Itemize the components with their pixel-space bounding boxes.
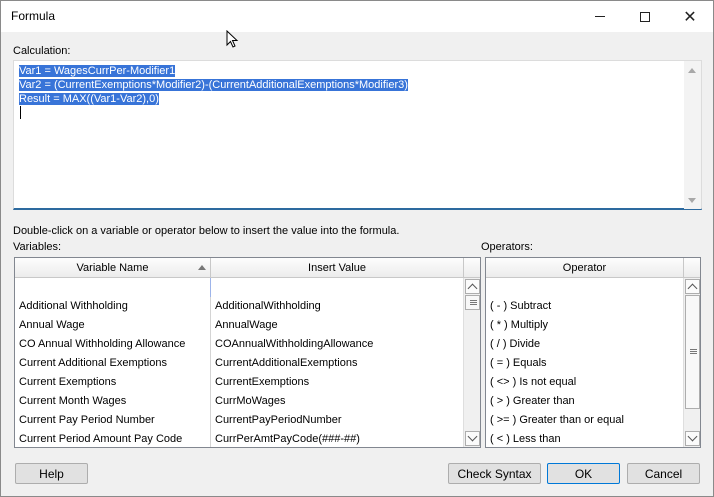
scroll-up-button[interactable]	[465, 279, 480, 294]
scroll-down-icon[interactable]	[688, 198, 696, 203]
operator-cell: ( = ) Equals	[490, 357, 547, 369]
operator-cell: ( + ) Add	[490, 281, 532, 293]
variable-name-cell: CO Annual Withholding Allowance	[15, 335, 211, 354]
grip-icon	[690, 349, 697, 350]
cancel-button[interactable]: Cancel	[627, 463, 700, 484]
grip-icon	[470, 304, 477, 305]
grip-icon	[470, 300, 477, 301]
variable-name-cell: Annual Wage	[15, 316, 211, 335]
insert-value-cell: CurrentAdditionalExemptions	[211, 354, 464, 373]
formula-dialog: Formula ✕ Calculation: Var1 = WagesCurrP…	[0, 0, 714, 497]
chevron-down-icon	[687, 431, 698, 442]
insert-value-cell: AdditionalExemptions(###-##)	[211, 278, 464, 297]
variables-scrollbar[interactable]	[463, 278, 480, 447]
calculation-scrollbar[interactable]	[684, 61, 701, 209]
ok-button[interactable]: OK	[547, 463, 620, 484]
sort-ascending-icon	[198, 265, 206, 270]
title-bar[interactable]: Formula ✕	[1, 1, 713, 32]
calculation-textarea[interactable]: Var1 = WagesCurrPer-Modifier1 Var2 = (Cu…	[13, 60, 702, 210]
grip-icon	[690, 351, 697, 352]
insert-value-cell: AdditionalWithholding	[211, 297, 464, 316]
insert-value-column-header[interactable]: Insert Value	[211, 258, 464, 278]
operator-column-header[interactable]: Operator	[486, 258, 684, 278]
chevron-up-icon	[467, 283, 478, 294]
grip-icon	[690, 353, 697, 354]
minimize-button[interactable]	[577, 1, 623, 32]
scroll-down-button[interactable]	[465, 431, 480, 446]
variable-name-cell: Current Month Wages	[15, 392, 211, 411]
insert-value-cell: AnnualWage	[211, 316, 464, 335]
insert-value-cell: CurrMoWages	[211, 392, 464, 411]
text-caret	[20, 106, 21, 119]
help-button[interactable]: Help	[15, 463, 88, 484]
operators-scrollbar[interactable]	[683, 278, 700, 447]
header-filler	[464, 258, 480, 278]
calculation-line: Var1 = WagesCurrPer-Modifier1	[19, 65, 176, 77]
insert-value-cell: COAnnualWithholdingAllowance	[211, 335, 464, 354]
operator-cell: ( >= ) Greater than or equal	[490, 414, 624, 426]
variables-grid[interactable]: Variable Name Insert Value Additional Ex…	[14, 257, 481, 448]
insert-value-cell: CurrentPayPeriodNumber	[211, 411, 464, 430]
scroll-down-button[interactable]	[685, 431, 700, 446]
scroll-thumb[interactable]	[465, 295, 480, 310]
variable-name-cell: Additional Exemptions	[15, 278, 211, 297]
check-syntax-button[interactable]: Check Syntax	[448, 463, 541, 484]
maximize-icon	[640, 11, 650, 22]
calculation-line: Result = MAX((Var1-Var2),0)	[19, 93, 159, 105]
minimize-icon	[595, 16, 605, 17]
calculation-label: Calculation:	[13, 45, 71, 57]
variable-name-cell: Current Exemptions	[15, 373, 211, 392]
operator-cell: ( < ) Less than	[490, 433, 561, 445]
window-title: Formula	[11, 9, 56, 23]
mouse-cursor-icon	[226, 30, 239, 48]
close-button[interactable]: ✕	[667, 1, 713, 32]
variable-name-cell: Current Period Amount Pay Code	[15, 430, 211, 447]
operator-cell: ( / ) Divide	[490, 338, 541, 350]
column-header-label: Operator	[562, 261, 607, 274]
header-filler	[684, 258, 700, 278]
scroll-up-icon[interactable]	[688, 68, 696, 73]
close-icon: ✕	[683, 8, 697, 26]
chevron-up-icon	[687, 283, 698, 294]
chevron-down-icon	[467, 431, 478, 442]
variable-name-cell: Additional Withholding	[15, 297, 211, 316]
variable-name-column-header[interactable]: Variable Name	[15, 258, 211, 278]
calculation-line: Var2 = (CurrentExemptions*Modifier2)-(Cu…	[19, 79, 408, 91]
column-header-label: Insert Value	[308, 261, 366, 274]
operators-grid[interactable]: Operator ( + ) Add ( - ) Subtract ( * ) …	[485, 257, 701, 448]
variable-name-cell: Current Pay Period Number	[15, 411, 211, 430]
operator-cell: ( > ) Greater than	[490, 395, 575, 407]
operator-cell: ( <> ) Is not equal	[490, 376, 577, 388]
scroll-up-button[interactable]	[685, 279, 700, 294]
variables-label: Variables:	[13, 241, 62, 253]
insert-value-cell: CurrentExemptions	[211, 373, 464, 392]
maximize-button[interactable]	[622, 1, 668, 32]
insert-value-cell: CurrPerAmtPayCode(###-##)	[211, 430, 464, 447]
instructions-text: Double-click on a variable or operator b…	[13, 225, 400, 237]
operator-cell: ( - ) Subtract	[490, 300, 552, 312]
column-header-label: Variable Name	[76, 261, 149, 274]
grip-icon	[470, 302, 477, 303]
operator-cell: ( * ) Multiply	[490, 319, 549, 331]
variable-name-cell: Current Additional Exemptions	[15, 354, 211, 373]
operators-label: Operators:	[481, 241, 533, 253]
scroll-thumb[interactable]	[685, 295, 700, 409]
